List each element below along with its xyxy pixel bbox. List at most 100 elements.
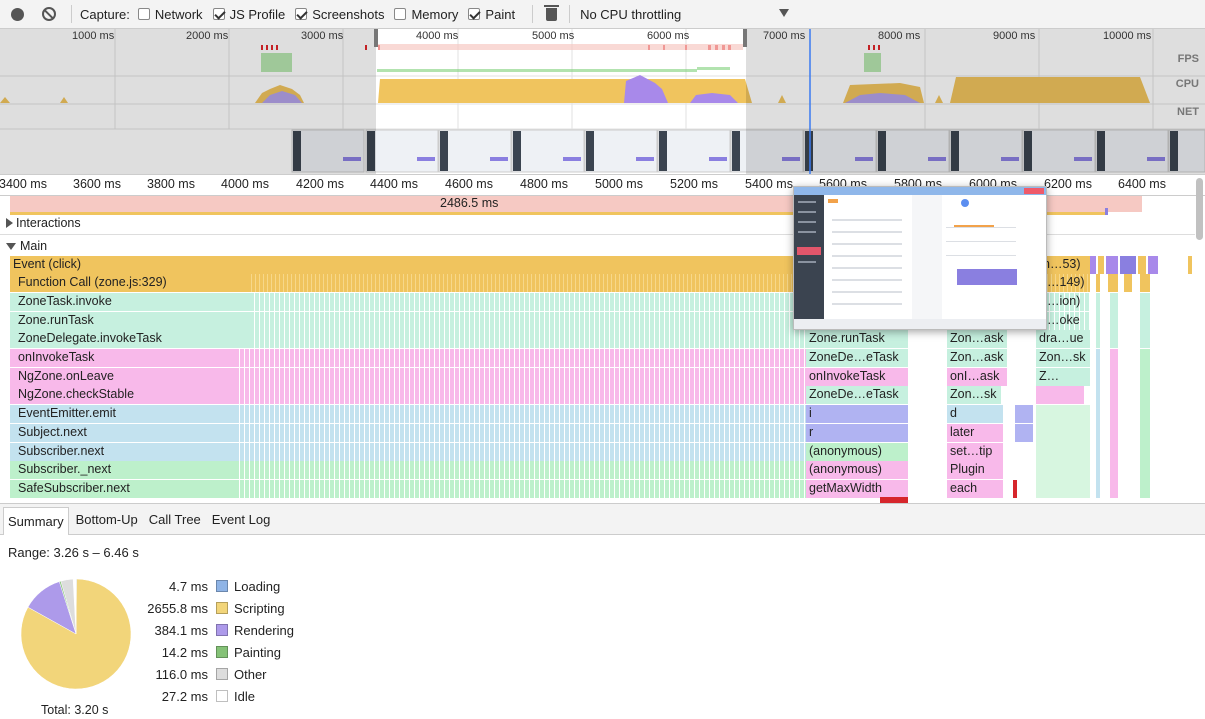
flame-entry[interactable]: Event (click) (13, 257, 81, 271)
flame-entry[interactable]: getMaxWidth (809, 481, 882, 495)
flame-entry[interactable]: n…53) (1043, 257, 1081, 271)
tab-summary[interactable]: Summary (3, 507, 69, 535)
overview-tick: 9000 ms (993, 30, 1036, 42)
checkbox-box[interactable] (295, 8, 308, 20)
flame-entry[interactable]: …149) (1047, 275, 1085, 289)
legend-swatch (216, 690, 228, 702)
flame-entry[interactable]: ZoneDelegate.invokeTask (18, 331, 162, 345)
flame-entry[interactable]: onI…ask (950, 369, 999, 383)
flame-entry[interactable]: Zon…sk (950, 387, 997, 401)
checkbox-label: Paint (485, 6, 516, 22)
flame-entry[interactable]: ZoneDe…eTask (809, 350, 899, 364)
network-checkbox[interactable]: Network (137, 7, 203, 22)
flame-entry[interactable]: Zon…ask (950, 350, 1004, 364)
flame-entry[interactable]: NgZone.onLeave (18, 369, 114, 383)
interactions-label: Interactions (16, 216, 81, 230)
memory-checkbox[interactable]: Memory (394, 7, 458, 22)
vertical-scrollbar[interactable] (1196, 178, 1203, 240)
interactions-section-header[interactable]: Interactions (6, 216, 81, 230)
timeline-overview[interactable]: 1000 ms 2000 ms 3000 ms 4000 ms 5000 ms … (0, 29, 1205, 174)
checkbox-box[interactable] (212, 8, 225, 20)
flame-entry[interactable]: i (809, 406, 812, 420)
ruler-tick: 4200 ms (296, 177, 344, 191)
checkbox-label: JS Profile (229, 6, 286, 22)
flame-entry[interactable]: dra…ue (1039, 331, 1083, 345)
capture-label: Capture: (80, 6, 130, 22)
legend-name: Idle (234, 688, 255, 704)
flame-entry[interactable]: Zon…ask (950, 331, 1004, 345)
flame-entry[interactable]: (anonymous) (809, 462, 882, 476)
flame-entry[interactable]: Subscriber.next (18, 444, 104, 458)
checkbox-box[interactable] (468, 8, 481, 20)
ruler-tick: 6200 ms (1044, 177, 1092, 191)
flame-entry[interactable]: Subscriber._next (18, 462, 111, 476)
overview-tick: 5000 ms (532, 30, 575, 42)
main-section-header[interactable]: Main (6, 239, 47, 253)
overview-tick: 10000 ms (1103, 30, 1152, 42)
flame-entry[interactable]: Zon…sk (1039, 350, 1086, 364)
checkbox-label: Memory (411, 6, 459, 22)
flame-entry[interactable]: Zone.runTask (809, 331, 885, 345)
flame-entry[interactable]: ZoneDe…eTask (809, 387, 899, 401)
flame-entry[interactable]: (anonymous) (809, 444, 882, 458)
record-button[interactable] (9, 6, 25, 22)
tab-bottom-up[interactable]: Bottom-Up (72, 507, 142, 532)
clear-icon (42, 7, 56, 21)
flame-entry[interactable]: SafeSubscriber.next (18, 481, 130, 495)
ruler-tick: 5000 ms (595, 177, 643, 191)
summary-total: Total: 3.20 s (41, 703, 109, 717)
legend-swatch (216, 624, 228, 636)
flame-entry[interactable]: Z… (1039, 369, 1059, 383)
flame-entry[interactable]: r (809, 425, 813, 439)
interaction-marker (1105, 208, 1108, 215)
legend-row-idle: 27.2 ms Idle (130, 685, 294, 707)
ruler-tick: 6400 ms (1118, 177, 1166, 191)
legend-name: Loading (234, 578, 281, 594)
flame-entry[interactable]: each (950, 481, 977, 495)
details-tabbar: Summary Bottom-Up Call Tree Event Log (0, 503, 1205, 535)
garbage-collect-icon[interactable] (544, 4, 560, 21)
js-profile-checkbox[interactable]: JS Profile (212, 6, 286, 22)
ruler-tick: 4400 ms (370, 177, 418, 191)
overview-tick: 3000 ms (301, 30, 344, 42)
flame-entry[interactable]: Function Call (zone.js:329) (18, 275, 167, 289)
flame-entry[interactable]: onInvokeTask (809, 369, 885, 383)
checkbox-box[interactable] (394, 8, 407, 20)
overview-tick: 1000 ms (72, 30, 115, 42)
overview-tick: 2000 ms (186, 30, 229, 42)
flame-entry[interactable]: EventEmitter.emit (18, 406, 116, 420)
screenshots-checkbox[interactable]: Screenshots (295, 7, 384, 22)
flame-entry[interactable]: set…tip (950, 444, 992, 458)
flame-entry[interactable]: Zone.runTask (18, 313, 94, 327)
legend-swatch (216, 668, 228, 680)
flame-entry[interactable]: d (950, 406, 957, 420)
checkbox-box[interactable] (137, 8, 150, 20)
flame-entry[interactable]: NgZone.checkStable (18, 387, 134, 401)
legend-row-loading: 4.7 ms Loading (130, 575, 294, 597)
flame-entry[interactable]: onInvokeTask (18, 350, 94, 364)
toolbar-divider (532, 5, 534, 23)
legend-swatch (216, 602, 228, 614)
toolbar-divider (569, 5, 571, 23)
chevron-down-icon[interactable] (779, 9, 789, 17)
flame-entry[interactable]: …oke (1047, 313, 1080, 327)
legend-value: 27.2 ms (161, 688, 208, 704)
main-label: Main (20, 239, 48, 253)
ruler-tick: 4800 ms (520, 177, 568, 191)
legend-name: Other (234, 666, 267, 682)
flame-entry[interactable]: Subject.next (18, 425, 87, 439)
flame-entry[interactable]: Plugin (950, 462, 985, 476)
paint-checkbox[interactable]: Paint (468, 7, 515, 22)
timeline-toolbar: Capture: Network JS Profile Screenshots … (0, 0, 1205, 29)
fps-track-label: FPS (1177, 53, 1199, 65)
ruler-tick: 5400 ms (745, 177, 793, 191)
clear-button[interactable] (41, 6, 57, 22)
flame-entry[interactable]: later (950, 425, 974, 439)
flame-entry[interactable]: …ion) (1047, 294, 1080, 308)
ruler-tick: 5200 ms (670, 177, 718, 191)
tab-call-tree[interactable]: Call Tree (145, 507, 205, 532)
cpu-throttling-select[interactable]: No CPU throttling (580, 7, 681, 22)
tab-event-log[interactable]: Event Log (208, 507, 275, 532)
flame-entry[interactable]: ZoneTask.invoke (18, 294, 112, 308)
legend-row-scripting: 2655.8 ms Scripting (130, 597, 294, 619)
